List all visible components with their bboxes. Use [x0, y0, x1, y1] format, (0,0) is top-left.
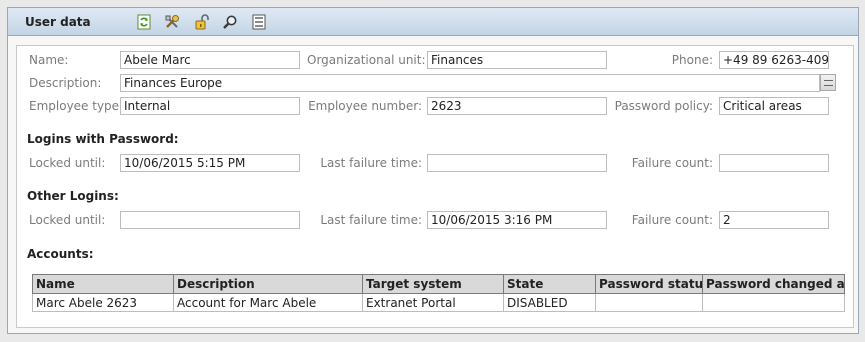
name-field[interactable]: Abele Marc: [120, 51, 300, 69]
column-header-state[interactable]: State: [503, 274, 596, 294]
other-logins-heading: Other Logins:: [27, 189, 119, 203]
cell-description: Account for Marc Abele: [173, 293, 363, 312]
employee-type-field[interactable]: Internal: [120, 97, 300, 115]
pw-last-failure-label: Last failure time:: [320, 156, 422, 170]
description-field[interactable]: Finances Europe: [120, 74, 820, 92]
cell-name: Marc Abele 2623: [32, 293, 174, 312]
list-view-icon[interactable]: [251, 14, 267, 30]
password-policy-label: Password policy:: [614, 99, 713, 113]
panel-titlebar: User data: [8, 8, 858, 36]
cell-password-changed-at: [702, 293, 845, 312]
refresh-icon[interactable]: [136, 14, 152, 30]
tools-icon[interactable]: [164, 14, 180, 30]
pw-locked-until-label: Locked until:: [29, 156, 106, 170]
column-header-password-status[interactable]: Password status: [595, 274, 703, 294]
other-locked-until-field[interactable]: [120, 211, 300, 229]
table-row[interactable]: Marc Abele 2623 Account for Marc Abele E…: [32, 293, 845, 312]
org-unit-field[interactable]: Finances: [427, 51, 607, 69]
pw-failure-count-field[interactable]: [719, 154, 829, 172]
search-icon[interactable]: [222, 14, 238, 30]
other-failure-count-field[interactable]: 2: [719, 211, 829, 229]
name-label: Name:: [29, 53, 69, 67]
user-data-form: Name: Abele Marc Organizational unit: Fi…: [16, 45, 854, 328]
other-locked-until-label: Locked until:: [29, 213, 106, 227]
other-failure-count-label: Failure count:: [631, 213, 713, 227]
phone-label: Phone:: [671, 53, 713, 67]
phone-field[interactable]: +49 89 6263-4096: [719, 51, 829, 69]
accounts-heading: Accounts:: [27, 247, 94, 261]
description-label: Description:: [29, 76, 102, 90]
org-unit-label: Organizational unit:: [307, 53, 426, 67]
logins-with-password-heading: Logins with Password:: [27, 132, 179, 146]
column-header-name[interactable]: Name: [32, 274, 174, 294]
user-data-panel: User data Name: Abele Marc Organizationa…: [7, 7, 859, 334]
column-header-password-changed-at[interactable]: Password changed at: [702, 274, 845, 294]
panel-title: User data: [25, 15, 91, 29]
accounts-table: Name Description Target system State Pas…: [32, 274, 845, 312]
employee-number-field[interactable]: 2623: [427, 97, 607, 115]
column-header-target-system[interactable]: Target system: [362, 274, 504, 294]
cell-target-system: Extranet Portal: [362, 293, 504, 312]
description-scroll-control[interactable]: [820, 74, 836, 91]
employee-type-label: Employee type:: [29, 99, 124, 113]
cell-state: DISABLED: [503, 293, 596, 312]
pw-failure-count-label: Failure count:: [631, 156, 713, 170]
column-header-description[interactable]: Description: [173, 274, 363, 294]
unlock-icon[interactable]: [194, 14, 210, 30]
other-last-failure-field[interactable]: 10/06/2015 3:16 PM: [427, 211, 607, 229]
pw-locked-until-field[interactable]: 10/06/2015 5:15 PM: [120, 154, 300, 172]
cell-password-status: [595, 293, 703, 312]
employee-number-label: Employee number:: [308, 99, 422, 113]
password-policy-field[interactable]: Critical areas: [719, 97, 829, 115]
other-last-failure-label: Last failure time:: [320, 213, 422, 227]
accounts-header-row: Name Description Target system State Pas…: [32, 274, 845, 294]
pw-last-failure-field[interactable]: [427, 154, 607, 172]
